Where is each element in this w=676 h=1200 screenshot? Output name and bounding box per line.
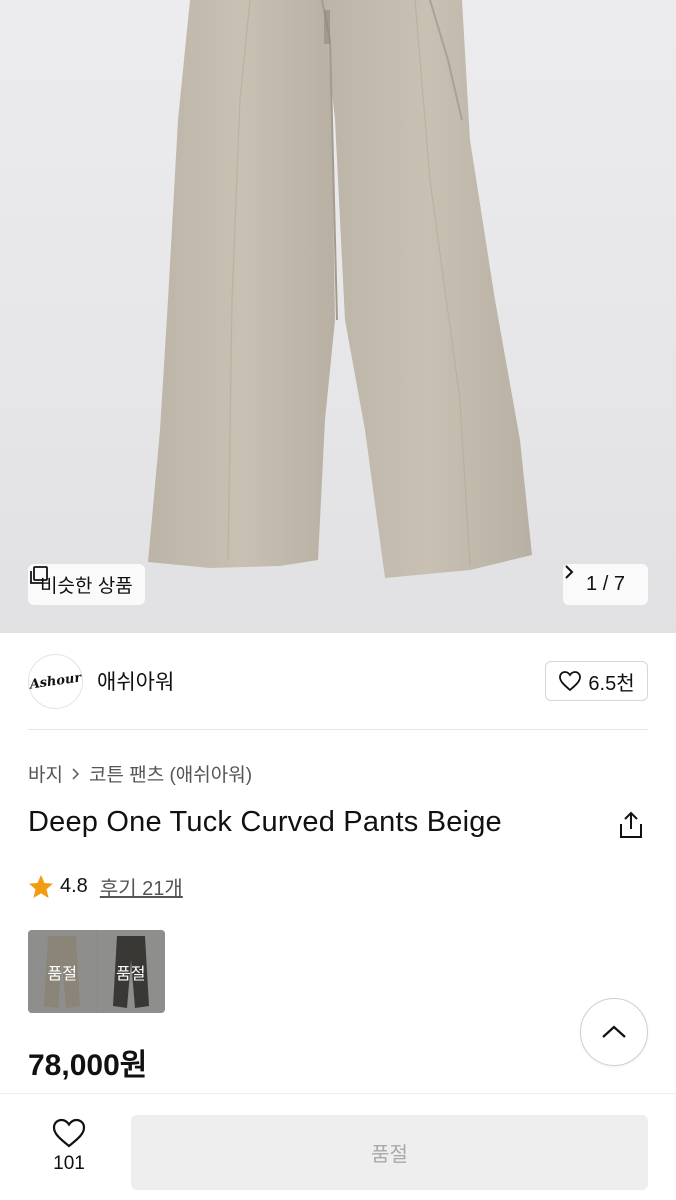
image-pager[interactable]: 1 / 7 (563, 564, 648, 605)
brand-like-button[interactable]: 6.5천 (545, 661, 648, 701)
sold-out-label: 품절 (116, 965, 146, 983)
color-option-beige[interactable]: 품절 (28, 930, 97, 1013)
rating-row: 4.8 후기 21개 (28, 872, 183, 901)
scroll-top-button[interactable] (580, 998, 648, 1066)
pager-text: 1 / 7 (586, 573, 625, 595)
product-price: 78,000원 (28, 1049, 148, 1082)
share-icon[interactable] (617, 810, 645, 840)
star-icon (29, 875, 53, 898)
color-option-black[interactable]: 품절 (96, 930, 166, 1013)
pants-photo (148, 0, 532, 578)
breadcrumb: 바지 코튼 팬츠 (애쉬아워) (28, 760, 252, 787)
buy-button-label: 품절 (371, 1144, 408, 1166)
chevron-right-icon (565, 565, 574, 579)
color-options: 품절 품절 (28, 930, 165, 1013)
brand-logo[interactable]: Ashour (24, 649, 87, 713)
heart-icon (52, 1118, 86, 1148)
stacked-squares-icon (30, 566, 48, 584)
brand-like-count: 6.5천 (588, 672, 635, 695)
divider (28, 729, 648, 730)
breadcrumb-category[interactable]: 바지 (28, 760, 63, 787)
brand-logo-text: Ashour (28, 669, 83, 693)
brand-name[interactable]: 애쉬아워 (97, 666, 174, 696)
brand-row[interactable]: Ashour 애쉬아워 6.5천 (24, 649, 648, 713)
breadcrumb-subcategory[interactable]: 코튼 팬츠 (애쉬아워) (89, 760, 252, 787)
product-title: Deep One Tuck Curved Pants Beige (28, 806, 502, 838)
product-image[interactable]: 비슷한 상품 1 / 7 (0, 0, 676, 633)
similar-products-button[interactable]: 비슷한 상품 (28, 564, 145, 605)
rating-score: 4.8 (60, 875, 88, 897)
reviews-link[interactable]: 후기 21개 (100, 872, 183, 901)
wishlist-button[interactable]: 101 (38, 1117, 100, 1175)
chevron-right-icon (72, 767, 80, 780)
wishlist-count: 101 (53, 1153, 85, 1174)
buy-button[interactable]: 품절 (131, 1115, 648, 1190)
similar-products-label: 비슷한 상품 (40, 576, 133, 597)
heart-icon (559, 671, 582, 692)
sold-out-label: 품절 (47, 965, 77, 983)
chevron-up-icon (602, 1025, 626, 1038)
